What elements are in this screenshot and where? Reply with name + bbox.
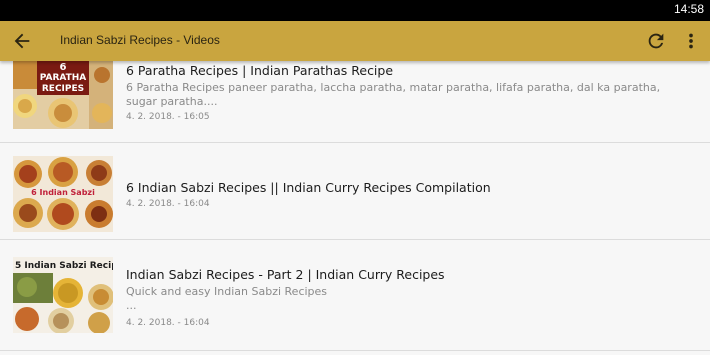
- list-item[interactable]: 6 Indian Sabzi 6 Indian Sabzi Recipes ||…: [0, 143, 710, 240]
- thumb-text: 6 Indian Sabzi: [31, 188, 95, 197]
- refresh-button[interactable]: [645, 30, 667, 52]
- more-vertical-icon: [689, 33, 693, 49]
- thumb-text: 6: [60, 62, 67, 73]
- back-button[interactable]: [11, 30, 33, 52]
- video-date: 4. 2. 2018. - 16:04: [126, 199, 210, 209]
- status-time: 14:58: [673, 2, 704, 16]
- list-item[interactable]: 6 PARATHA RECIPES 6 Paratha Recipes | In…: [0, 61, 710, 143]
- video-thumbnail[interactable]: 6 Indian Sabzi: [13, 156, 113, 232]
- list-item[interactable]: 5 Indian Sabzi Recip Indian Sabzi Recipe…: [0, 240, 710, 350]
- arrow-left-icon: [14, 33, 30, 49]
- video-date: 4. 2. 2018. - 16:04: [126, 318, 210, 328]
- video-list: 6 PARATHA RECIPES 6 Paratha Recipes | In…: [0, 61, 710, 355]
- video-thumbnail-image: 6 PARATHA RECIPES: [13, 61, 113, 129]
- app-bar: Indian Sabzi Recipes - Videos: [0, 21, 710, 61]
- video-thumbnail-image: 5 Indian Sabzi Recip: [13, 257, 113, 333]
- divider: [0, 350, 710, 351]
- video-thumbnail-image: 6 Indian Sabzi: [13, 156, 113, 232]
- video-thumbnail[interactable]: 5 Indian Sabzi Recip: [13, 257, 113, 333]
- video-title: Indian Sabzi Recipes - Part 2 | Indian C…: [126, 267, 445, 282]
- refresh-icon: [648, 33, 664, 49]
- video-title: 6 Paratha Recipes | Indian Parathas Reci…: [126, 63, 394, 78]
- video-description-line: Quick and easy Indian Sabzi Recipes: [126, 285, 328, 298]
- video-thumbnail[interactable]: 6 PARATHA RECIPES: [13, 61, 113, 129]
- status-bar: 14:58: [0, 0, 710, 21]
- app-title: Indian Sabzi Recipes - Videos: [60, 33, 220, 47]
- video-title: 6 Indian Sabzi Recipes || Indian Curry R…: [126, 180, 491, 195]
- thumb-text: RECIPES: [42, 84, 84, 94]
- thumb-text: 5 Indian Sabzi Recip: [15, 261, 113, 271]
- video-date: 4. 2. 2018. - 16:05: [126, 112, 210, 122]
- video-description-more: ...: [126, 299, 137, 312]
- thumb-text: PARATHA: [40, 73, 87, 83]
- video-description: 6 Paratha Recipes paneer paratha, laccha…: [126, 81, 661, 108]
- overflow-menu-button[interactable]: [682, 30, 700, 52]
- video-description: Quick and easy Indian Sabzi Recipes ...: [126, 285, 686, 313]
